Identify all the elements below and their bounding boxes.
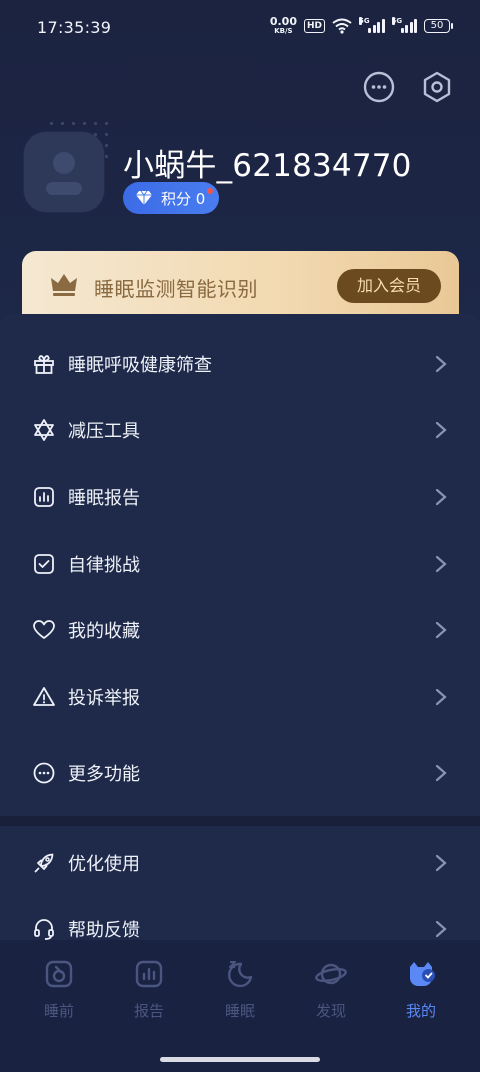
signal-icon-1: 5G bbox=[359, 17, 385, 33]
menu-item-stress-relief[interactable]: 减压工具 bbox=[0, 400, 480, 460]
menu-item-more-features[interactable]: 更多功能 bbox=[0, 743, 480, 803]
tab-label: 睡眠 bbox=[224, 1002, 255, 1020]
menu-item-favorites[interactable]: 我的收藏 bbox=[0, 600, 480, 660]
menu-item-sleep-report[interactable]: 睡眠报告 bbox=[0, 467, 480, 527]
menu-item-label: 投诉举报 bbox=[68, 688, 140, 709]
headset-icon bbox=[34, 919, 54, 940]
chevron-right-icon bbox=[435, 621, 447, 639]
menu-item-self-discipline[interactable]: 自律挑战 bbox=[0, 534, 480, 594]
tab-pre-sleep[interactable]: 睡前 bbox=[19, 958, 99, 1021]
section-divider bbox=[0, 816, 480, 826]
bottom-tab-bar: 睡前 报告 睡眠 发现 我的 bbox=[0, 940, 480, 1072]
pre-sleep-icon bbox=[45, 960, 73, 988]
chevron-right-icon bbox=[435, 688, 447, 706]
menu-item-report-complaint[interactable]: 投诉举报 bbox=[0, 667, 480, 727]
network-speed-unit: KB/S bbox=[274, 27, 293, 35]
heart-icon bbox=[33, 620, 55, 639]
hd-icon: HD bbox=[303, 19, 325, 33]
join-vip-button[interactable]: 加入会员 bbox=[337, 269, 441, 303]
notification-dot bbox=[207, 188, 213, 194]
signal-label-2: 5G bbox=[391, 17, 403, 25]
menu-item-optimize-usage[interactable]: 优化使用 bbox=[0, 833, 480, 893]
report-icon bbox=[135, 960, 163, 988]
status-bar: 17:35:39 0.00 KB/S HD 5G 5G 50 bbox=[0, 0, 480, 56]
rocket-icon bbox=[34, 853, 54, 873]
star-of-david-icon bbox=[34, 419, 54, 441]
mine-icon bbox=[410, 962, 435, 986]
network-speed-value: 0.00 bbox=[269, 15, 297, 28]
username[interactable]: 小蜗牛_621834770 bbox=[123, 140, 412, 185]
home-indicator[interactable] bbox=[160, 1057, 320, 1062]
gift-icon bbox=[34, 355, 54, 374]
status-icons: 0.00 KB/S HD 5G 5G 50 bbox=[269, 15, 453, 35]
hexagon-gear-icon[interactable] bbox=[420, 70, 454, 104]
chevron-right-icon bbox=[435, 920, 447, 938]
status-time: 17:35:39 bbox=[37, 18, 112, 37]
chevron-right-icon bbox=[435, 764, 447, 782]
menu-item-label: 我的收藏 bbox=[68, 621, 140, 642]
chevron-right-icon bbox=[435, 854, 447, 872]
menu-item-label: 优化使用 bbox=[68, 854, 140, 875]
warning-icon bbox=[33, 687, 55, 706]
crown-icon bbox=[51, 274, 77, 296]
menu-section-secondary: 优化使用 帮助反馈 bbox=[0, 826, 480, 946]
more-circle-icon bbox=[33, 762, 55, 784]
tab-discover[interactable]: 发现 bbox=[291, 958, 371, 1021]
chevron-right-icon bbox=[435, 355, 447, 373]
moon-icon bbox=[228, 961, 253, 988]
avatar-head-shape bbox=[53, 152, 75, 174]
tab-sleep[interactable]: 睡眠 bbox=[200, 958, 280, 1021]
tab-label: 我的 bbox=[405, 1002, 436, 1020]
menu-item-label: 睡眠呼吸健康筛查 bbox=[68, 355, 212, 376]
chevron-right-icon bbox=[435, 421, 447, 439]
signal-icon-2: 5G bbox=[391, 17, 417, 33]
chat-bubble-icon[interactable] bbox=[362, 70, 396, 104]
menu-section-main: 睡眠呼吸健康筛查 减压工具 睡眠报告 自律挑战 我的收藏 投诉举报 更多功能 bbox=[0, 314, 480, 816]
checkbox-icon bbox=[34, 554, 54, 574]
network-speed: 0.00 KB/S bbox=[269, 15, 297, 35]
avatar[interactable] bbox=[24, 132, 104, 212]
menu-item-label: 帮助反馈 bbox=[68, 920, 140, 941]
vip-banner-text: 睡眠监测智能识别 bbox=[94, 277, 258, 301]
planet-icon bbox=[315, 963, 347, 985]
battery-icon: 50 bbox=[424, 19, 453, 33]
signal-label-1: 5G bbox=[359, 17, 370, 25]
bar-chart-icon bbox=[34, 487, 54, 507]
diamond-icon bbox=[136, 190, 152, 205]
avatar-body-shape bbox=[46, 182, 82, 195]
wifi-icon bbox=[332, 18, 352, 34]
chevron-right-icon bbox=[435, 488, 447, 506]
tab-mine[interactable]: 我的 bbox=[381, 958, 461, 1021]
tab-report[interactable]: 报告 bbox=[109, 958, 189, 1021]
menu-item-label: 自律挑战 bbox=[68, 555, 140, 576]
tab-label: 发现 bbox=[315, 1002, 346, 1020]
tab-label: 睡前 bbox=[43, 1002, 74, 1020]
menu-item-label: 减压工具 bbox=[68, 421, 140, 442]
menu-item-label: 睡眠报告 bbox=[68, 488, 140, 509]
chevron-right-icon bbox=[435, 555, 447, 573]
points-badge[interactable]: 积分 0 bbox=[123, 182, 219, 214]
menu-item-sleep-breathing[interactable]: 睡眠呼吸健康筛查 bbox=[0, 334, 480, 394]
tab-label: 报告 bbox=[133, 1002, 164, 1020]
menu-item-label: 更多功能 bbox=[68, 764, 140, 785]
points-label: 积分 0 bbox=[161, 189, 206, 208]
